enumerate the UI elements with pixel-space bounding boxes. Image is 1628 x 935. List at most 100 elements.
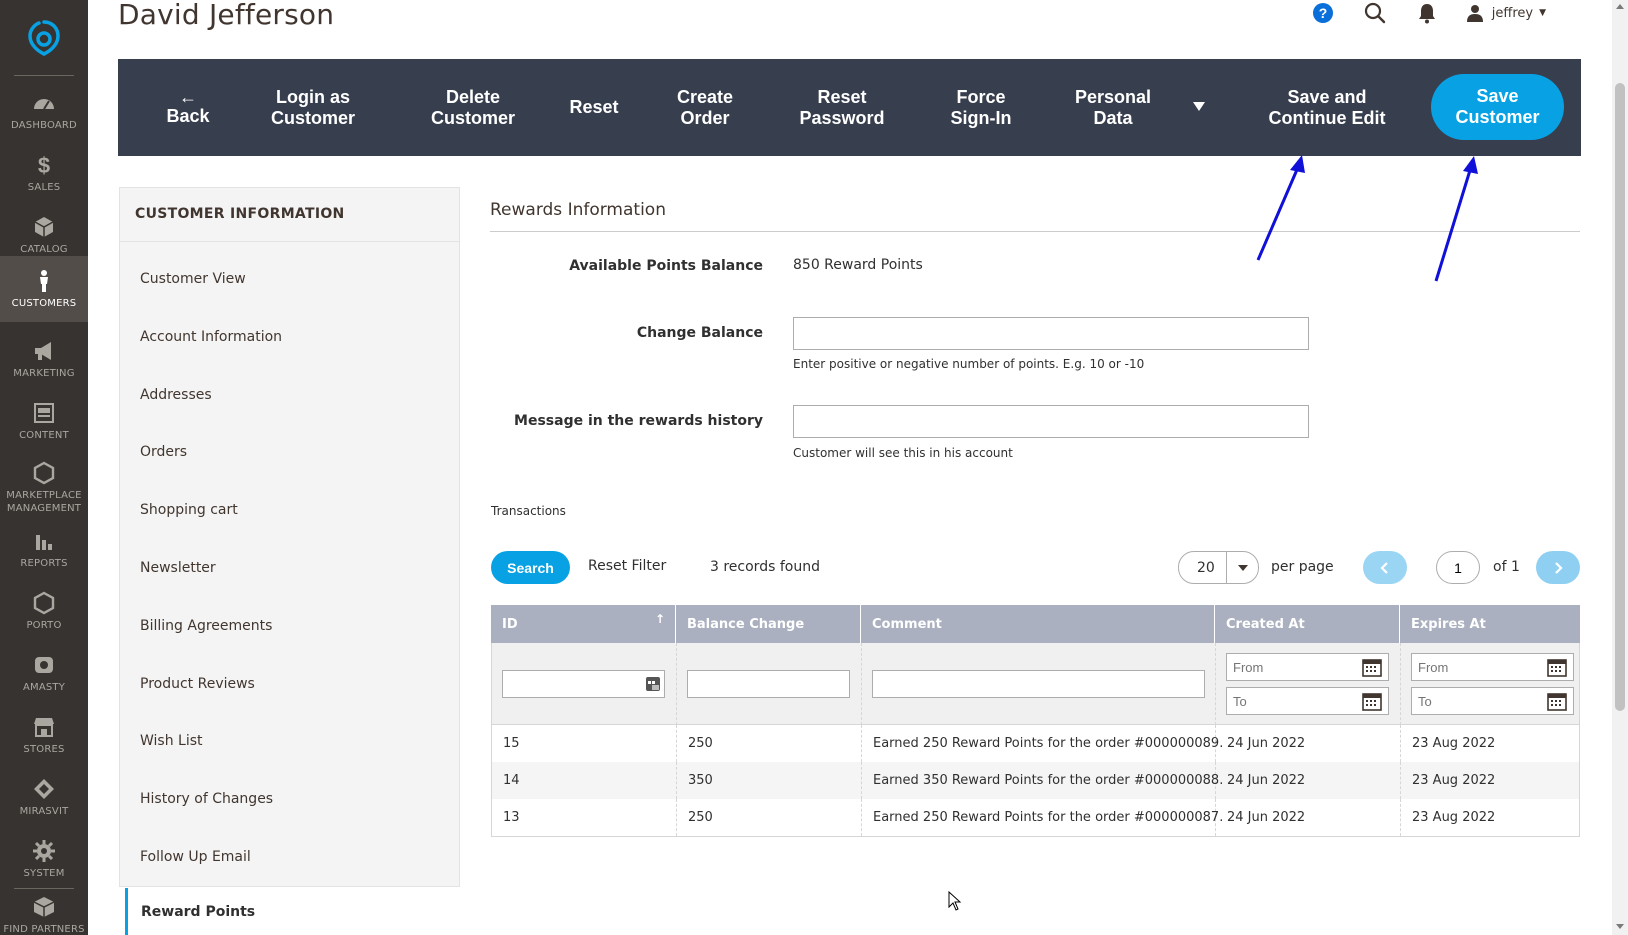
grid-filters xyxy=(491,643,1580,725)
store-icon xyxy=(31,714,57,740)
nav-item-customers[interactable]: CUSTOMERS xyxy=(0,256,88,322)
user-icon xyxy=(1466,5,1483,22)
header-actions: ? jeffrey ▼ xyxy=(1284,0,1546,26)
save-and-continue-button[interactable]: Save and Continue Edit xyxy=(1262,59,1392,156)
filter-cell-comment xyxy=(862,643,1216,725)
nav-label: REPORTS xyxy=(20,558,68,569)
reset-password-button[interactable]: Reset Password xyxy=(797,59,887,156)
nav-item-marketplace-management[interactable]: MARKETPLACE MANAGEMENT xyxy=(0,451,88,523)
filter-comment-input[interactable] xyxy=(872,670,1205,698)
nav-item-mirasvit[interactable]: MIRASVIT xyxy=(0,766,88,828)
nav-item-find-partners[interactable]: FIND PARTNERS xyxy=(0,884,88,935)
nav-item-porto[interactable]: PORTO xyxy=(0,580,88,642)
total-pages: of 1 xyxy=(1493,559,1520,575)
user-menu[interactable]: jeffrey ▼ xyxy=(1466,4,1546,22)
tab-newsletter[interactable]: Newsletter xyxy=(120,548,459,588)
cell-balance: 250 xyxy=(677,799,862,836)
change-balance-input[interactable] xyxy=(793,317,1309,350)
column-header-balance-change[interactable]: Balance Change xyxy=(676,605,861,643)
next-page-button[interactable] xyxy=(1536,551,1580,584)
per-page-dropdown[interactable] xyxy=(1226,552,1258,583)
save-customer-button[interactable]: Save Customer xyxy=(1431,74,1564,140)
back-button[interactable]: ← Back xyxy=(154,59,222,156)
filter-cell-created xyxy=(1216,643,1401,725)
range-icon[interactable] xyxy=(645,675,661,692)
tabs-title: CUSTOMER INFORMATION xyxy=(135,206,345,222)
calendar-icon[interactable] xyxy=(1547,691,1567,711)
message-history-input[interactable] xyxy=(793,405,1309,438)
cell-id: 15 xyxy=(492,725,677,762)
chevron-down-icon: ▼ xyxy=(1539,8,1546,18)
tab-product-reviews[interactable]: Product Reviews xyxy=(120,664,459,704)
tab-account-information[interactable]: Account Information xyxy=(120,317,459,357)
bell-icon[interactable] xyxy=(1414,0,1440,26)
search-icon[interactable] xyxy=(1362,0,1388,26)
tab-wish-list[interactable]: Wish List xyxy=(120,721,459,761)
nav-item-content[interactable]: CONTENT xyxy=(0,390,88,452)
delete-customer-button[interactable]: Delete Customer xyxy=(418,59,528,156)
rewards-section-title: Rewards Information xyxy=(490,200,666,220)
per-page-select[interactable]: 20 xyxy=(1178,551,1259,584)
table-row[interactable]: 15 250 Earned 250 Reward Points for the or… xyxy=(492,725,1579,762)
table-row[interactable]: 14 350 Earned 350 Reward Points for the or… xyxy=(492,762,1579,799)
tab-reward-points[interactable]: Reward Points xyxy=(125,888,461,935)
force-sign-in-button[interactable]: Force Sign-In xyxy=(941,59,1021,156)
annotation-arrow-save-continue xyxy=(1256,164,1301,261)
content-icon xyxy=(31,400,57,426)
dashboard-icon xyxy=(31,90,57,116)
create-order-button[interactable]: Create Order xyxy=(670,59,740,156)
magento-logo[interactable] xyxy=(0,0,88,76)
tab-addresses[interactable]: Addresses xyxy=(120,375,459,415)
column-header-id[interactable]: ID ↑ xyxy=(491,605,676,643)
cell-id: 13 xyxy=(492,799,677,836)
page-actions-bar: ← Back Login as Customer Delete Customer… xyxy=(118,59,1581,156)
column-header-expires-at[interactable]: Expires At xyxy=(1400,605,1580,643)
nav-item-marketing[interactable]: MARKETING xyxy=(0,328,88,390)
tab-shopping-cart[interactable]: Shopping cart xyxy=(120,490,459,530)
column-header-comment[interactable]: Comment xyxy=(861,605,1215,643)
tabs-separator xyxy=(120,241,459,242)
tab-history-of-changes[interactable]: History of Changes xyxy=(120,779,459,819)
tab-billing-agreements[interactable]: Billing Agreements xyxy=(120,606,459,646)
tab-follow-up-email[interactable]: Follow Up Email xyxy=(120,837,459,877)
help-icon[interactable]: ? xyxy=(1310,0,1336,26)
page-scrollbar[interactable] xyxy=(1612,0,1628,935)
login-as-customer-button[interactable]: Login as Customer xyxy=(258,59,368,156)
tab-customer-view[interactable]: Customer View xyxy=(120,259,459,299)
scroll-thumb[interactable] xyxy=(1615,83,1625,711)
personal-data-button[interactable]: Personal Data xyxy=(1068,59,1158,156)
nav-item-stores[interactable]: STORES xyxy=(0,704,88,766)
calendar-icon[interactable] xyxy=(1362,657,1382,677)
svg-text:$: $ xyxy=(38,153,50,177)
nav-item-sales[interactable]: $ SALES xyxy=(0,142,88,204)
personal-data-dropdown-icon[interactable] xyxy=(1193,102,1205,111)
nav-label: PORTO xyxy=(26,620,62,631)
filter-balance-input[interactable] xyxy=(687,670,850,698)
reset-filter-link[interactable]: Reset Filter xyxy=(588,558,666,574)
scroll-down-icon[interactable] xyxy=(1616,924,1624,929)
reset-button[interactable]: Reset xyxy=(564,59,624,156)
calendar-icon[interactable] xyxy=(1362,691,1382,711)
grid-search-button[interactable]: Search xyxy=(491,551,570,584)
filter-cell-id xyxy=(492,643,677,725)
nav-item-dashboard[interactable]: DASHBOARD xyxy=(0,80,88,142)
previous-page-button[interactable] xyxy=(1363,551,1407,584)
cell-expires: 23 Aug 2022 xyxy=(1412,810,1496,825)
nav-item-amasty[interactable]: AMASTY xyxy=(0,642,88,704)
filter-id-input[interactable] xyxy=(502,670,665,698)
arrow-left-icon: ← xyxy=(179,87,197,107)
nav-separator xyxy=(14,75,74,76)
annotation-arrowhead xyxy=(1290,155,1305,173)
change-balance-note: Enter positive or negative number of poi… xyxy=(793,357,1145,371)
scroll-up-icon[interactable] xyxy=(1616,4,1624,9)
calendar-icon[interactable] xyxy=(1547,657,1567,677)
table-row[interactable]: 13 250 Earned 250 Reward Points for the or… xyxy=(492,799,1579,836)
message-history-label: Message in the rewards history xyxy=(514,413,763,429)
tab-orders[interactable]: Orders xyxy=(120,432,459,472)
cell-expires: 23 Aug 2022 xyxy=(1412,736,1496,751)
column-header-created-at[interactable]: Created At xyxy=(1215,605,1400,643)
page-title: David Jefferson xyxy=(118,0,335,31)
nav-item-system[interactable]: SYSTEM xyxy=(0,828,88,890)
nav-item-reports[interactable]: REPORTS xyxy=(0,518,88,580)
page-number-input[interactable] xyxy=(1436,551,1480,584)
